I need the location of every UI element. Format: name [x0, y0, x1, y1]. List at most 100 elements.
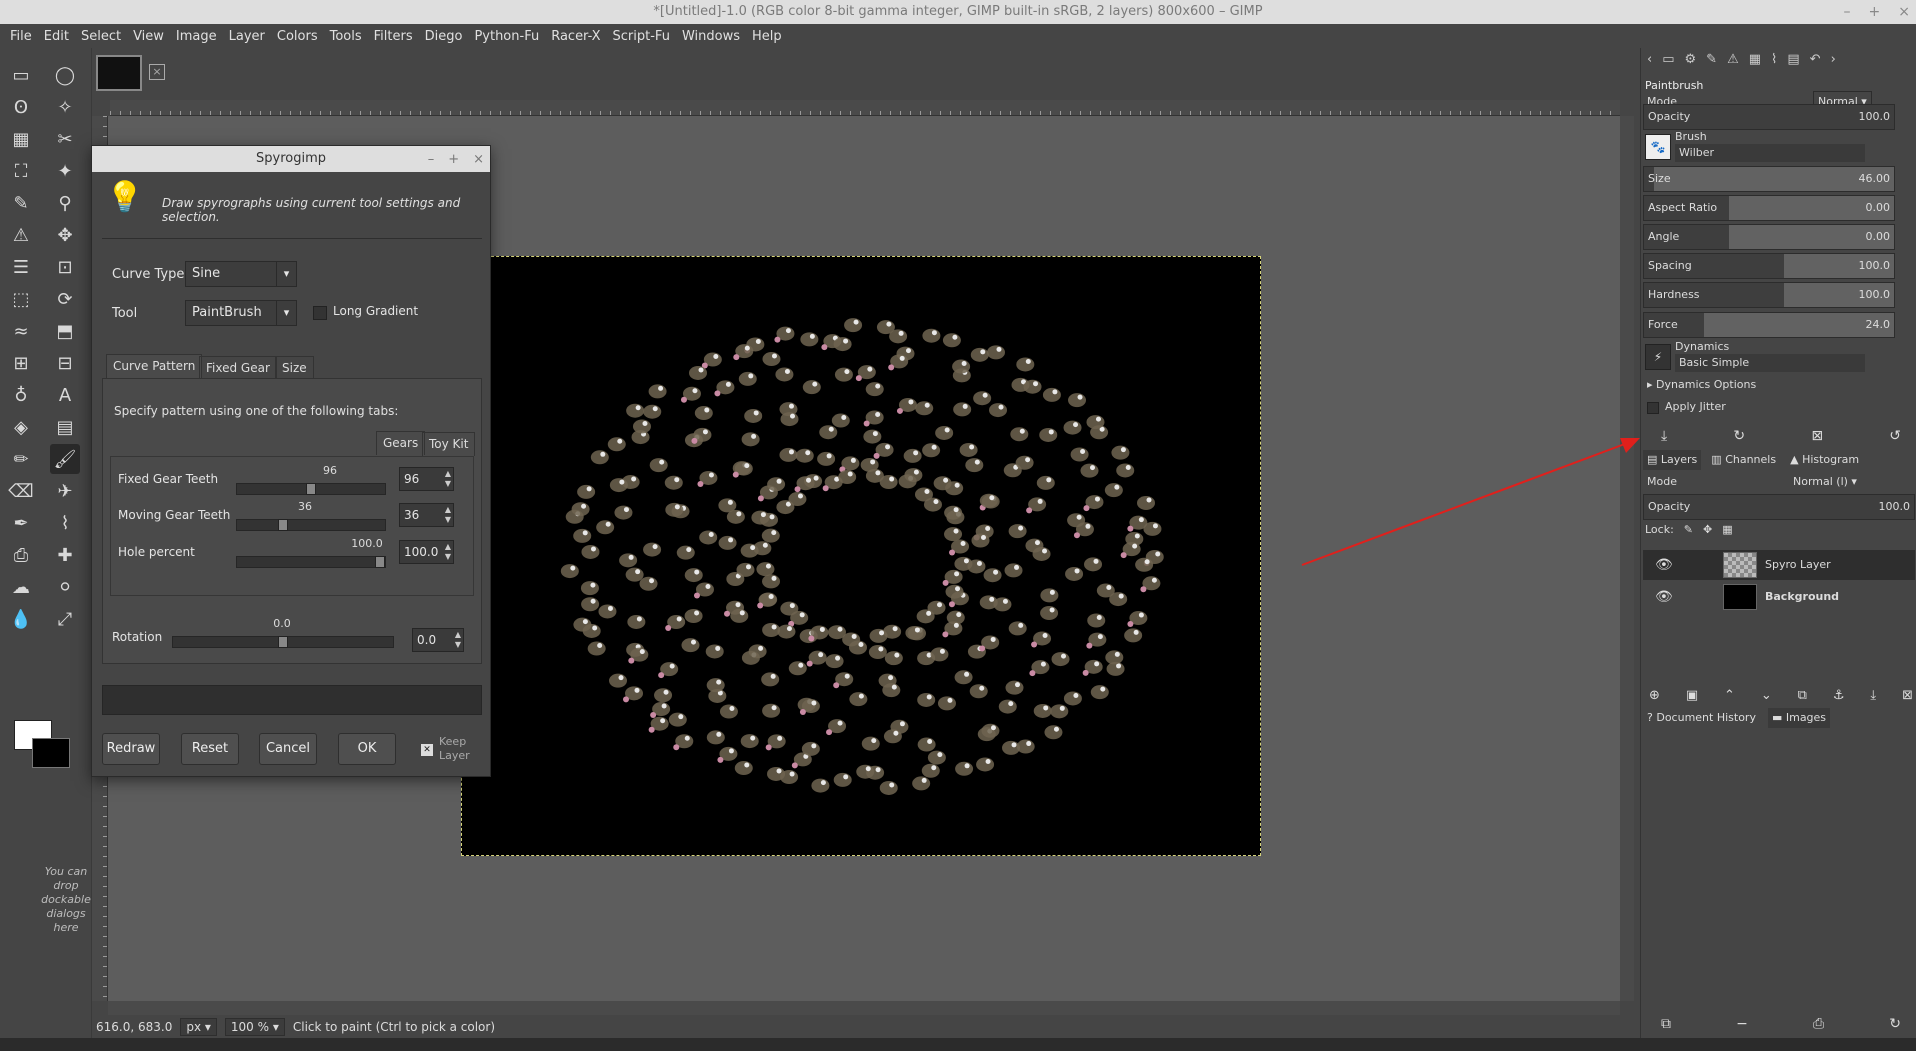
brushes-icon[interactable]: ✎	[1706, 52, 1717, 72]
menu-colors[interactable]: Colors	[271, 29, 324, 44]
dialog-maximize-button[interactable]: +	[448, 152, 459, 167]
dialog-close-button[interactable]: ×	[473, 152, 484, 167]
layer-mode-select[interactable]: Normal (l) ▾	[1793, 470, 1857, 494]
fixed-gear-spinbox[interactable]: 96 ▲ ▼	[399, 467, 454, 491]
duplicate-layer-icon[interactable]: ⧉	[1798, 688, 1807, 703]
menu-filters[interactable]: Filters	[368, 29, 419, 44]
clone-icon[interactable]: ⎙	[6, 540, 36, 570]
horizontal-scrollbar[interactable]	[108, 1001, 1620, 1015]
patterns-icon[interactable]: ▦	[1749, 52, 1761, 72]
force-slider[interactable]: Force 24.0	[1643, 312, 1895, 338]
tab-curve-pattern[interactable]: Curve Pattern	[106, 354, 203, 378]
keep-layer-checkbox[interactable]: ✕	[421, 744, 433, 756]
path-icon[interactable]: ♁	[6, 380, 36, 410]
pencil-icon[interactable]: ✏	[6, 444, 36, 474]
horizontal-ruler[interactable]	[110, 100, 1620, 116]
menu-image[interactable]: Image	[170, 29, 223, 44]
close-button[interactable]: ×	[1898, 4, 1910, 20]
rotation-spinbox[interactable]: 0.0 ▲ ▼	[412, 628, 464, 652]
align-icon[interactable]: ☰	[6, 252, 36, 282]
color-picker-icon[interactable]: ✎	[6, 188, 36, 218]
cancel-button[interactable]: Cancel	[259, 733, 317, 765]
remove-image-icon[interactable]: −	[1736, 1016, 1748, 1032]
3d-transform-icon[interactable]: ⊟	[50, 348, 80, 378]
long-gradient-checkbox[interactable]	[313, 306, 327, 320]
print-icon[interactable]: ⎙	[1813, 1016, 1824, 1032]
paths-icon[interactable]: ⌇	[1771, 52, 1777, 72]
ink-icon[interactable]: ✒	[6, 508, 36, 538]
visibility-eye-icon[interactable]: 👁	[1655, 582, 1673, 612]
mypaint-brush-icon[interactable]: ⌇	[50, 508, 80, 538]
smudge-icon[interactable]: ☁	[6, 572, 36, 602]
opacity-slider[interactable]: Opacity 100.0	[1643, 104, 1895, 130]
unit-select[interactable]: px ▾	[180, 1017, 217, 1036]
menu-layer[interactable]: Layer	[223, 29, 271, 44]
menu-select[interactable]: Select	[75, 29, 127, 44]
angle-slider[interactable]: Angle 0.00	[1643, 224, 1895, 250]
moving-gear-slider[interactable]	[236, 519, 386, 531]
delete-layer-icon[interactable]: ⊠	[1902, 688, 1913, 703]
redraw-button[interactable]: Redraw	[102, 733, 160, 765]
lock-pixels-icon[interactable]: ✎	[1684, 523, 1693, 536]
crop-icon[interactable]: ⊡	[50, 252, 80, 282]
menu-tools[interactable]: Tools	[324, 29, 368, 44]
tab-images[interactable]: ▬ Images	[1767, 708, 1831, 728]
visibility-eye-icon[interactable]: 👁	[1655, 550, 1673, 580]
apply-jitter-checkbox[interactable]	[1647, 402, 1659, 414]
hole-percent-slider[interactable]	[236, 556, 386, 568]
zoom-icon[interactable]: ⚲	[50, 188, 80, 218]
blur-icon[interactable]: 💧	[6, 604, 36, 634]
menu-racer-x[interactable]: Racer-X	[545, 29, 606, 44]
tab-histogram[interactable]: ▲ Histogram	[1786, 450, 1863, 470]
new-layer-icon[interactable]: ⊕	[1649, 688, 1660, 703]
minimize-button[interactable]: –	[1844, 4, 1851, 20]
aspect-ratio-slider[interactable]: Aspect Ratio 0.00	[1643, 195, 1895, 221]
menu-diego[interactable]: Diego	[419, 29, 469, 44]
slider-thumb[interactable]	[375, 556, 385, 568]
reset-button[interactable]: Reset	[181, 733, 239, 765]
device-status-icon[interactable]: ▭	[1662, 52, 1674, 72]
spacing-slider[interactable]: Spacing 100.0	[1643, 253, 1895, 279]
warning-icon[interactable]: ⚠	[1727, 52, 1739, 72]
zoom-select[interactable]: 100 % ▾	[224, 1017, 285, 1036]
open-image-icon[interactable]: ⧉	[1661, 1016, 1671, 1032]
reset-options-icon[interactable]: ↺	[1889, 428, 1901, 444]
slider-thumb[interactable]	[306, 483, 316, 495]
layer-opacity-slider[interactable]: Opacity 100.0	[1643, 494, 1915, 520]
curve-type-select[interactable]: Sine ▾	[185, 261, 297, 287]
gradient-icon[interactable]: ▤	[50, 412, 80, 442]
slider-thumb[interactable]	[278, 519, 288, 531]
save-options-icon[interactable]: ⤓	[1661, 428, 1667, 444]
magic-wand-icon[interactable]: ✧	[50, 92, 80, 122]
slider-thumb[interactable]	[278, 636, 288, 648]
move-icon[interactable]: ✥	[50, 220, 80, 250]
brush-name-field[interactable]: Wilber	[1675, 144, 1865, 162]
perspective-icon[interactable]: ⬒	[50, 316, 80, 346]
refresh-icon[interactable]: ↻	[1889, 1016, 1901, 1032]
moving-gear-spinbox[interactable]: 36 ▲ ▼	[399, 503, 454, 527]
subtab-toy-kit[interactable]: Toy Kit	[422, 432, 476, 456]
ok-button[interactable]: OK	[338, 733, 396, 765]
warp-icon[interactable]: ≈	[6, 316, 36, 346]
dynamics-name-field[interactable]: Basic Simple	[1675, 354, 1865, 372]
brush-preview-icon[interactable]: 🐾	[1645, 134, 1671, 160]
rotate-icon[interactable]: ⟳	[50, 284, 80, 314]
menu-windows[interactable]: Windows	[676, 29, 746, 44]
fixed-gear-slider[interactable]	[236, 483, 386, 495]
undo-history-icon[interactable]: ↶	[1810, 52, 1821, 72]
airbrush-icon[interactable]: ✈	[50, 476, 80, 506]
menu-edit[interactable]: Edit	[38, 29, 75, 44]
ellipse-select-icon[interactable]: ◯	[50, 60, 80, 90]
dynamics-options-expander[interactable]: ▸ Dynamics Options	[1647, 378, 1756, 391]
hardness-slider[interactable]: Hardness 100.0	[1643, 282, 1895, 308]
tool-select[interactable]: PaintBrush ▾	[185, 300, 297, 326]
hole-percent-spinbox[interactable]: 100.0 ▲ ▼	[399, 540, 454, 564]
background-color-swatch[interactable]	[32, 738, 70, 768]
measure-icon[interactable]: ⚠	[6, 220, 36, 250]
size-slider[interactable]: Size 46.00	[1643, 166, 1895, 192]
restore-options-icon[interactable]: ↻	[1733, 428, 1745, 444]
by-color-select-icon[interactable]: ▦	[6, 124, 36, 154]
tool-options-icon[interactable]: ⚙	[1685, 52, 1697, 72]
lock-position-icon[interactable]: ✥	[1703, 523, 1712, 536]
dynamics-preview-icon[interactable]: ⚡	[1645, 344, 1671, 370]
